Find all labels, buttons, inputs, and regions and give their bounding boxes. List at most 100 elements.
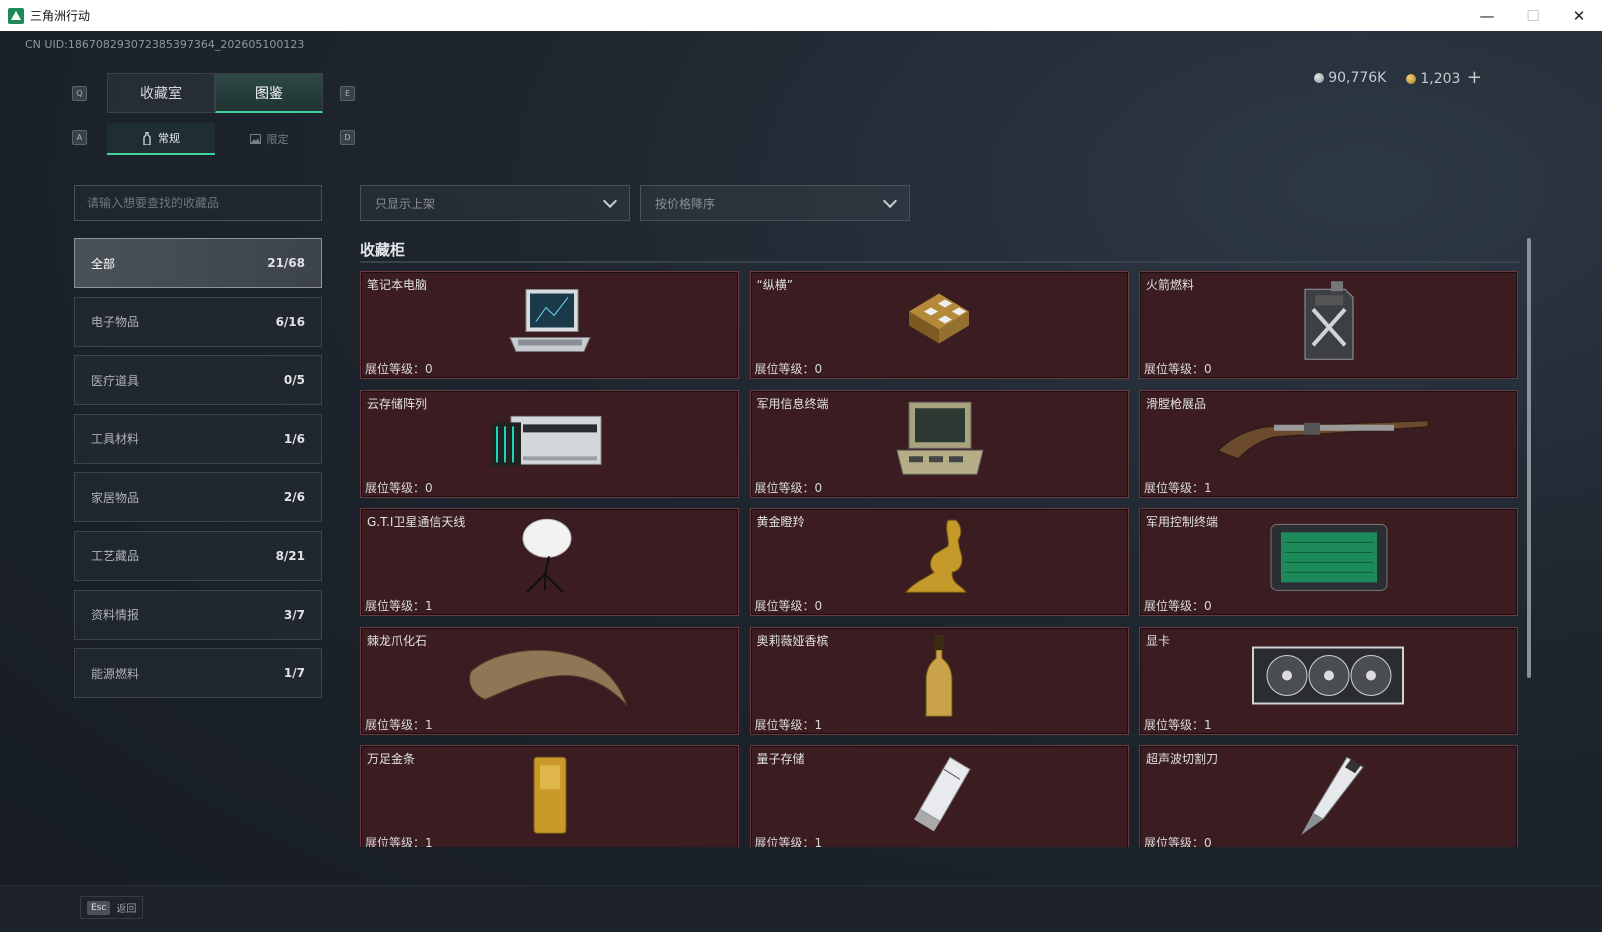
category-label: 资料情报 <box>91 608 140 623</box>
display-level: 展位等级：1 <box>365 716 433 733</box>
collectible-card[interactable]: 军用控制终端 展位等级：0 <box>1139 508 1518 616</box>
display-level-value: 0 <box>425 480 433 495</box>
app-logo-icon <box>8 7 24 24</box>
silver-amount: 90,776K <box>1328 69 1387 86</box>
window-title: 三角洲行动 <box>30 9 91 23</box>
display-level-value: 1 <box>1204 480 1212 495</box>
display-level-value: 1 <box>1204 717 1212 732</box>
display-level: 展位等级：0 <box>755 360 823 377</box>
control-terminal-icon <box>1265 518 1393 602</box>
display-level-value: 0 <box>1204 836 1212 847</box>
display-level-value: 1 <box>425 599 433 613</box>
display-level-label: 展位等级： <box>1144 362 1205 376</box>
esc-key: Esc <box>87 900 111 915</box>
category-label: 电子物品 <box>91 315 140 330</box>
collectible-card[interactable]: 量子存储 展位等级：1 <box>749 745 1129 847</box>
item-name: 笔记本电脑 <box>367 278 428 292</box>
collectible-card[interactable]: 奥莉薇娅香槟 展位等级：1 <box>749 626 1129 735</box>
sort-dropdown[interactable]: 按价格降序 <box>640 185 910 221</box>
graphics-card-icon <box>1247 641 1411 717</box>
collectible-card[interactable]: 火箭燃料 展位等级：0 <box>1139 271 1518 379</box>
cabinet-title: 收藏柜 <box>360 241 406 259</box>
field-terminal-icon <box>889 398 989 486</box>
item-grid-viewport: 笔记本电脑 展位等级：0 “纵横” 展位等级：0 火箭燃料 展位等级：0 云存储阵列 展位等级… <box>360 271 1520 847</box>
collectible-card[interactable]: “纵横” 展位等级：0 <box>749 271 1129 379</box>
category-item[interactable]: 工艺藏品 8/21 <box>74 530 322 581</box>
display-level-label: 展位等级： <box>365 362 426 376</box>
display-level-value: 1 <box>814 717 823 732</box>
item-name: 云存储阵列 <box>367 396 428 411</box>
category-item[interactable]: 能源燃料 1/7 <box>74 648 322 699</box>
tab-collection-room[interactable]: 收藏室 <box>107 73 215 113</box>
collectible-card[interactable]: 万足金条 展位等级：1 <box>360 745 739 847</box>
display-level-value: 0 <box>425 362 433 376</box>
hotkey-a: A <box>72 130 87 145</box>
item-name: G.T.I卫星通信天线 <box>367 515 466 529</box>
display-level: 展位等级：0 <box>1144 834 1212 847</box>
hotkey-d: D <box>340 130 355 145</box>
shelf-filter-value: 只显示上架 <box>375 196 436 211</box>
collectible-card[interactable]: 笔记本电脑展位等级：0 <box>360 271 739 379</box>
tab-catalog[interactable]: 图鉴 <box>215 73 323 113</box>
item-name: 显卡 <box>1146 633 1171 648</box>
subtab-limited[interactable]: 限定 <box>215 123 323 155</box>
grid-scrollbar[interactable] <box>1527 238 1531 678</box>
category-item[interactable]: 工具材料 1/6 <box>74 413 322 464</box>
display-level: 展位等级：1 <box>365 597 433 614</box>
display-level-label: 展位等级： <box>365 480 426 495</box>
gold-currency: 1,203 + <box>1406 67 1482 88</box>
item-name: 军用控制终端 <box>1146 515 1219 529</box>
display-level-label: 展位等级： <box>754 362 815 376</box>
category-label: 家居物品 <box>91 490 140 505</box>
musket-icon <box>1214 410 1444 474</box>
category-item[interactable]: 家居物品 2/6 <box>74 472 322 523</box>
back-button[interactable]: Esc 返回 <box>80 896 144 919</box>
collectible-card[interactable]: 黄金瞪羚 展位等级：0 <box>749 508 1129 616</box>
category-count: 1/7 <box>283 666 305 681</box>
silver-currency: 90,776K <box>1314 70 1386 86</box>
item-name: 滑膛枪展品 <box>1146 396 1207 411</box>
display-level-value: 0 <box>814 480 823 495</box>
minimize-button[interactable]: — <box>1464 0 1510 31</box>
shelf-filter-dropdown[interactable]: 只显示上架 <box>360 185 630 221</box>
collectible-card[interactable]: 军用信息终端 展位等级：0 <box>749 389 1129 498</box>
title-divider <box>360 261 1520 263</box>
collectible-card[interactable]: 显卡 展位等级：1 <box>1139 626 1518 735</box>
category-item[interactable]: 医疗道具 0/5 <box>74 355 322 406</box>
usb-drive-icon <box>904 755 974 839</box>
category-count: 8/21 <box>275 548 305 563</box>
add-currency-button[interactable]: + <box>1467 67 1482 88</box>
display-level-value: 0 <box>814 362 823 376</box>
category-item[interactable]: 资料情报 3/7 <box>74 589 322 640</box>
collectible-card[interactable]: G.T.I卫星通信天线 展位等级：1 <box>360 508 739 616</box>
category-label: 工具材料 <box>91 432 140 447</box>
app-window: 三角洲行动 — ☐ ✕ CN UID:18670829307238539736​… <box>0 0 1602 932</box>
collectible-card[interactable]: 棘龙爪化石 展位等级：1 <box>360 626 739 735</box>
collectible-card[interactable]: 超声波切割刀 展位等级：0 <box>1139 745 1518 847</box>
close-button[interactable]: ✕ <box>1556 0 1602 31</box>
gold-coin-icon <box>1406 74 1417 84</box>
window-title-bar: 三角洲行动 — ☐ ✕ <box>0 0 1602 31</box>
display-level: 展位等级：0 <box>755 597 823 614</box>
player-uid: CN UID:18670829307238539736​4_2026051001… <box>25 38 305 51</box>
silver-coin-icon <box>1314 72 1325 83</box>
maximize-button[interactable]: ☐ <box>1510 0 1556 31</box>
category-item[interactable]: 电子物品 6/16 <box>74 296 322 347</box>
category-count: 2/6 <box>283 490 305 505</box>
collectible-card[interactable]: 云存储阵列展位等级：0 <box>360 389 739 498</box>
item-name: 超声波切割刀 <box>1146 752 1219 766</box>
satellite-dish-icon <box>515 516 585 604</box>
collectible-card[interactable]: 滑膛枪展品展位等级：1 <box>1139 389 1518 498</box>
display-level: 展位等级：1 <box>365 834 433 847</box>
subtab-regular-label: 常规 <box>158 132 180 145</box>
laptop-icon <box>502 285 598 361</box>
storage-array-icon <box>487 402 613 482</box>
display-level: 展位等级：1 <box>1144 479 1212 496</box>
display-level-label: 展位等级： <box>754 599 815 613</box>
claw-fossil-icon <box>465 641 635 717</box>
category-item[interactable]: 全部 21/68 <box>74 238 322 288</box>
subtab-regular[interactable]: 常规 <box>107 123 215 155</box>
search-input[interactable] <box>74 185 322 221</box>
display-level-value: 0 <box>1204 362 1212 376</box>
main-tabs: 收藏室 图鉴 <box>107 73 323 113</box>
